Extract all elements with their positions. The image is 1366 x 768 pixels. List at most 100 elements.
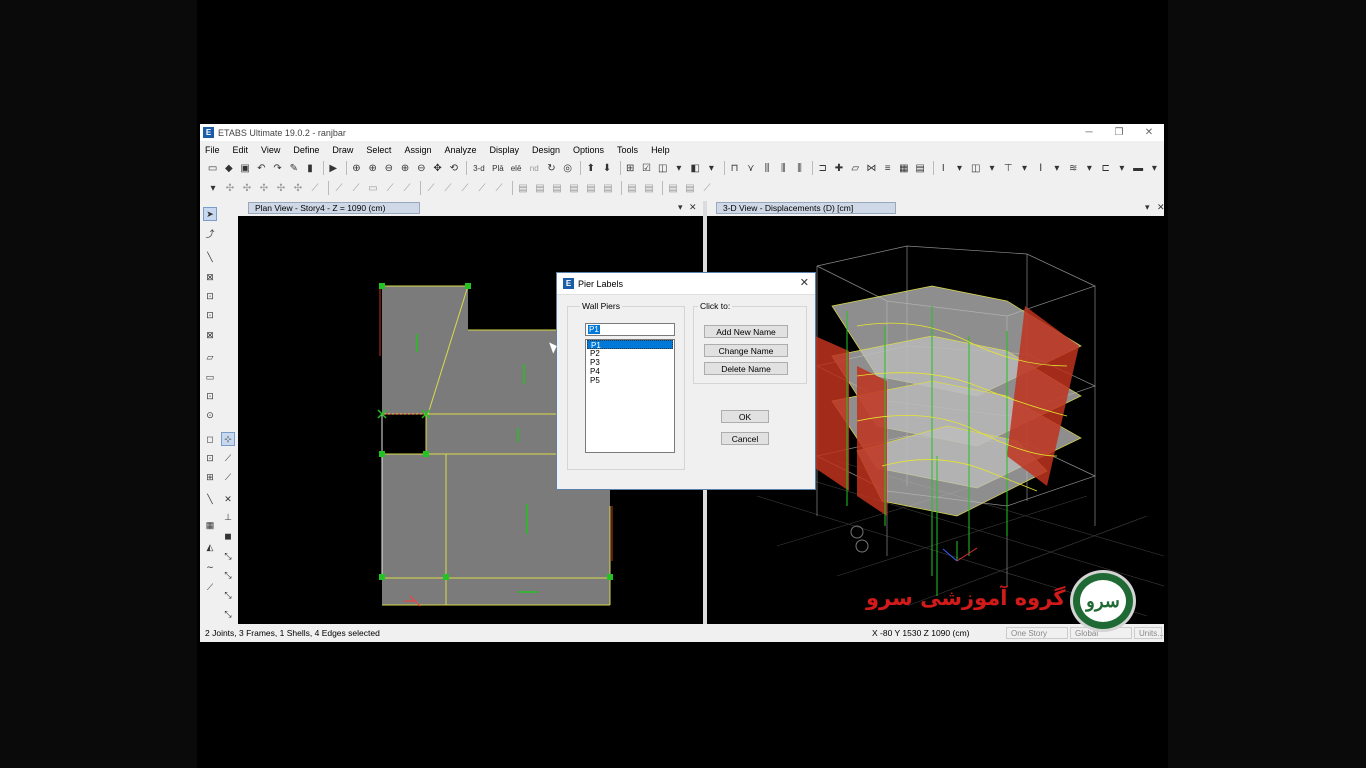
menu-select[interactable]: Select [366, 145, 391, 155]
draw-dimension-icon[interactable]: ⊡ [203, 451, 217, 465]
draw-brace-icon[interactable]: ⋎ [744, 161, 757, 175]
draw-tendon-icon[interactable]: ╲ [203, 492, 217, 506]
view-elevation-button[interactable]: elē [509, 161, 524, 175]
draw-region-icon[interactable]: ⊞ [203, 470, 217, 484]
draw-column-icon[interactable]: ⫼ [760, 161, 773, 175]
draw-links-icon[interactable]: ⊐ [816, 161, 829, 175]
dropdown-icon[interactable]: ▾ [705, 161, 718, 175]
close-pane-icon[interactable]: ✕ [1157, 202, 1165, 213]
zoom-window-icon[interactable]: ⊕ [350, 161, 363, 175]
dialog-close-button[interactable]: ✕ [800, 276, 809, 289]
draw-null-area-icon[interactable]: ◻ [203, 432, 217, 446]
line-weight-icon[interactable]: ▬ [1132, 161, 1145, 175]
move-up-icon[interactable]: ⬆ [584, 161, 597, 175]
snap-midpoint-icon[interactable]: ⊥ [221, 510, 235, 524]
draw-floor-icon[interactable]: ▱ [203, 350, 217, 364]
zoom-out-icon[interactable]: ⊖ [382, 161, 395, 175]
object-fill-icon[interactable]: ◧ [689, 161, 702, 175]
restore-button[interactable]: ❐ [1104, 124, 1134, 141]
hatch-icon[interactable]: ≋ [1067, 161, 1080, 175]
draw-frame-icon[interactable]: ⫼ [793, 161, 806, 175]
save-icon[interactable]: ▣ [238, 161, 251, 175]
move-down-icon[interactable]: ⬇ [600, 161, 613, 175]
add-new-name-button[interactable]: Add New Name [704, 325, 788, 338]
dropdown-icon[interactable]: ▾ [206, 181, 220, 195]
i-beam-icon[interactable]: Ⅰ [1034, 161, 1047, 175]
shell-assign-icon[interactable]: ⟋ [332, 181, 346, 195]
load-joint-icon[interactable]: ⟋ [424, 181, 438, 195]
panel-icon[interactable]: ⊏ [1099, 161, 1112, 175]
dropdown-icon[interactable]: ▾ [1148, 161, 1161, 175]
design-concrete-icon[interactable]: ▤ [642, 181, 656, 195]
lock-icon[interactable]: ▮ [303, 161, 316, 175]
draw-rect-line-icon[interactable]: ⊠ [203, 270, 217, 284]
minimize-button[interactable]: ─ [1074, 124, 1104, 141]
text-icon[interactable]: I [937, 161, 950, 175]
run-analysis-icon[interactable]: ▶ [327, 161, 340, 175]
change-name-button[interactable]: Change Name [704, 344, 788, 357]
joint-assign-icon[interactable]: ✣ [223, 181, 237, 195]
menu-options[interactable]: Options [573, 145, 604, 155]
design-steel-icon[interactable]: ▤ [625, 181, 639, 195]
slab-icon[interactable]: ▱ [849, 161, 862, 175]
draw-line-icon[interactable]: ╲ [203, 250, 217, 264]
view-3d-button[interactable]: 3-d [470, 161, 487, 175]
units-button[interactable]: Units... [1134, 627, 1164, 639]
dropdown-icon[interactable]: ▾ [1050, 161, 1063, 175]
dropdown-icon[interactable]: ▾ [1083, 161, 1096, 175]
draw-wall-icon[interactable]: ⫼ [777, 161, 790, 175]
menu-define[interactable]: Define [293, 145, 319, 155]
list-item-p4[interactable]: P4 [587, 367, 673, 376]
joint-icon[interactable]: ✚ [832, 161, 845, 175]
section-icon[interactable]: ◫ [969, 161, 982, 175]
menu-view[interactable]: View [261, 145, 280, 155]
draw-opening-icon[interactable]: ⊙ [203, 408, 217, 422]
menu-assign[interactable]: Assign [404, 145, 431, 155]
grid-icon[interactable]: ≡ [881, 161, 894, 175]
cancel-button[interactable]: Cancel [721, 432, 769, 445]
menu-draw[interactable]: Draw [332, 145, 353, 155]
snap-dr-icon[interactable]: ⤡ [221, 588, 235, 602]
layers-icon[interactable]: ▤ [914, 161, 927, 175]
3d-view-tab[interactable]: 3-D View - Displacements (D) [cm] [716, 202, 896, 214]
plan-view-tab[interactable]: Plan View - Story4 - Z = 1090 (cm) [248, 202, 420, 214]
pencil-icon[interactable]: ✎ [287, 161, 300, 175]
draw-grid-icon[interactable]: ▦ [203, 518, 217, 532]
snap-intersection-icon[interactable]: ✕ [221, 492, 235, 506]
shell-diaphragm-icon[interactable]: ⟋ [349, 181, 363, 195]
shell-opening-icon[interactable]: ▭ [366, 181, 380, 195]
design-composite-icon[interactable]: ▤ [666, 181, 680, 195]
dropdown-icon[interactable]: ▾ [953, 161, 966, 175]
load-shell-icon[interactable]: ⟋ [458, 181, 472, 195]
rubber-band-icon[interactable]: ◎ [561, 161, 574, 175]
list-item-p2[interactable]: P2 [587, 349, 673, 358]
draw-beam-tool-icon[interactable]: ⊡ [203, 308, 217, 322]
menu-tools[interactable]: Tools [617, 145, 638, 155]
refresh-icon[interactable]: ↻ [545, 161, 558, 175]
menu-file[interactable]: File [205, 145, 220, 155]
draw-developed-icon[interactable]: ∼ [203, 560, 217, 574]
story-mode-dropdown[interactable]: One Story [1006, 627, 1068, 639]
draw-wall-tool-icon[interactable]: ⊡ [203, 389, 217, 403]
draw-column-tool-icon[interactable]: ⊡ [203, 289, 217, 303]
ok-button[interactable]: OK [721, 410, 769, 423]
load-frame-icon[interactable]: ⟋ [441, 181, 455, 195]
zoom-previous-icon[interactable]: ⊖ [415, 161, 428, 175]
new-model-icon[interactable]: ▭ [206, 161, 219, 175]
design-check-icon[interactable]: ⟋ [700, 181, 714, 195]
joint-restraint-icon[interactable]: ✣ [240, 181, 254, 195]
frame-assign-icon[interactable]: ✣ [274, 181, 288, 195]
draw-section-cut-icon[interactable]: ◭ [203, 540, 217, 554]
load-temperature-icon[interactable]: ⟋ [475, 181, 489, 195]
undo-icon[interactable]: ↶ [255, 161, 268, 175]
set-display-icon[interactable]: ⊞ [624, 161, 637, 175]
display-forces-icon[interactable]: ▤ [584, 181, 598, 195]
draw-brace-tool-icon[interactable]: ⊠ [203, 328, 217, 342]
list-item-p3[interactable]: P3 [587, 358, 673, 367]
pier-list[interactable]: P1 P2 P3 P4 P5 [585, 339, 675, 453]
display-mode-icon[interactable]: ▤ [601, 181, 615, 195]
menu-edit[interactable]: Edit [233, 145, 249, 155]
chevron-down-icon[interactable]: ▾ [1145, 202, 1150, 213]
draw-rect-floor-icon[interactable]: ▭ [203, 370, 217, 384]
zoom-in-icon[interactable]: ⊕ [366, 161, 379, 175]
